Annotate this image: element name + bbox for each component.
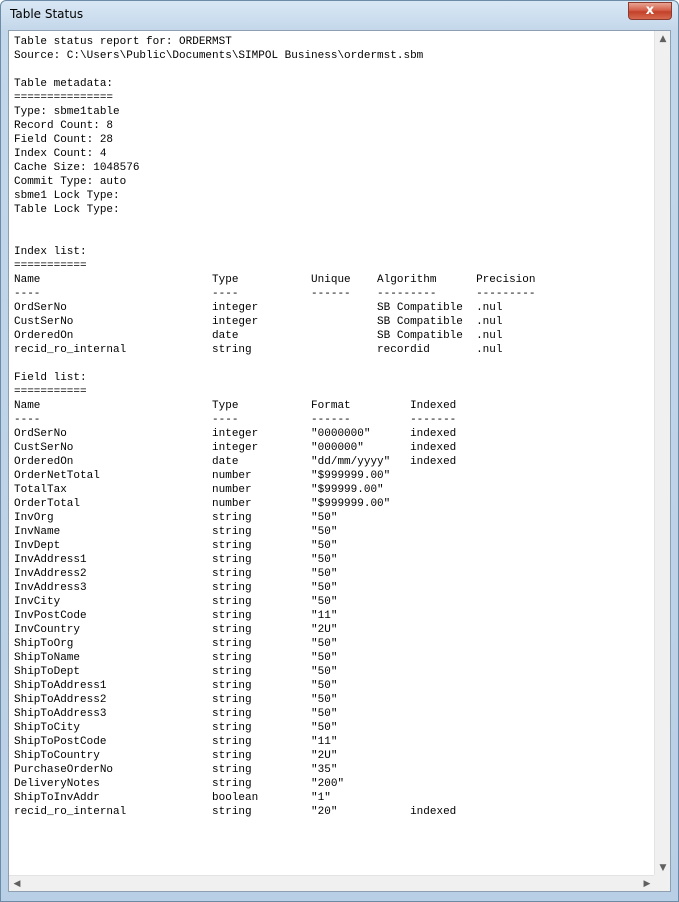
table-status-window: Table Status x Table status report for: … (0, 0, 679, 902)
report-line: ShipToOrg string "50" (14, 638, 338, 650)
close-icon: x (645, 3, 655, 18)
report-line: OrderNetTotal number "$999999.00" (14, 470, 391, 482)
report-line: InvName string "50" (14, 526, 338, 538)
report-line: ShipToDept string "50" (14, 666, 338, 678)
report-viewport: Table status report for: ORDERMST Source… (9, 31, 655, 876)
scrollbar-corner (654, 875, 670, 891)
report-line: OrderTotal number "$999999.00" (14, 498, 391, 510)
close-button[interactable]: x (628, 2, 672, 20)
report-line: =========== (14, 260, 87, 272)
report-line: Cache Size: 1048576 (14, 162, 140, 174)
report-line: sbme1 Lock Type: (14, 190, 120, 202)
report-line: InvOrg string "50" (14, 512, 338, 524)
title-bar[interactable]: Table Status x (1, 1, 678, 29)
report-line: TotalTax number "$99999.00" (14, 484, 384, 496)
report-line: recid_ro_internal string recordid .nul (14, 344, 503, 356)
report-line: Type: sbme1table (14, 106, 120, 118)
report-line: ShipToAddress2 string "50" (14, 694, 338, 706)
report-line: OrderedOn date "dd/mm/yyyy" indexed (14, 456, 457, 468)
report-line: Commit Type: auto (14, 176, 127, 188)
report-line: InvAddress3 string "50" (14, 582, 338, 594)
report-line: recid_ro_internal string "20" indexed (14, 806, 457, 818)
report-line: InvCity string "50" (14, 596, 338, 608)
report-line: InvAddress2 string "50" (14, 568, 338, 580)
report-text-area[interactable]: Table status report for: ORDERMST Source… (8, 30, 671, 892)
report-line: Table Lock Type: (14, 204, 120, 216)
report-line: ShipToName string "50" (14, 652, 338, 664)
report-line: ShipToPostCode string "11" (14, 736, 338, 748)
horizontal-scrollbar[interactable]: ◀ ▶ (9, 875, 655, 891)
report-line: =========== (14, 386, 87, 398)
report-line: OrdSerNo integer "0000000" indexed (14, 428, 457, 440)
report-line: ---- ---- ------ ------- (14, 414, 457, 426)
report-line: InvPostCode string "11" (14, 610, 338, 622)
scroll-up-icon[interactable]: ▲ (655, 31, 671, 47)
report-line: ShipToAddress3 string "50" (14, 708, 338, 720)
report-line: ShipToCountry string "2U" (14, 750, 338, 762)
report-line: CustSerNo integer "000000" indexed (14, 442, 457, 454)
window-title: Table Status (10, 7, 84, 21)
report-line: OrdSerNo integer SB Compatible .nul (14, 302, 503, 314)
report-line: ShipToInvAddr boolean "1" (14, 792, 331, 804)
report-line: OrderedOn date SB Compatible .nul (14, 330, 503, 342)
report-line: CustSerNo integer SB Compatible .nul (14, 316, 503, 328)
scroll-down-icon[interactable]: ▼ (655, 860, 671, 876)
scroll-right-icon[interactable]: ▶ (639, 876, 655, 892)
vertical-scrollbar[interactable]: ▲ ▼ (654, 31, 670, 876)
report-line: ---- ---- ------ --------- --------- (14, 288, 536, 300)
report-line: Index list: (14, 246, 87, 258)
report-line: =============== (14, 92, 114, 104)
report-line: Name Type Unique Algorithm Precision (14, 274, 536, 286)
report-line: InvCountry string "2U" (14, 624, 338, 636)
report-line: InvDept string "50" (14, 540, 338, 552)
report-line: ShipToCity string "50" (14, 722, 338, 734)
report-line: InvAddress1 string "50" (14, 554, 338, 566)
report-line: PurchaseOrderNo string "35" (14, 764, 338, 776)
report-line: Table metadata: (14, 78, 114, 90)
report-line: Index Count: 4 (14, 148, 107, 160)
report-line: DeliveryNotes string "200" (14, 778, 345, 790)
scroll-left-icon[interactable]: ◀ (9, 876, 25, 892)
report-text: Table status report for: ORDERMST Source… (14, 35, 536, 819)
report-line: Field Count: 28 (14, 134, 114, 146)
report-line: Field list: (14, 372, 87, 384)
report-line: Record Count: 8 (14, 120, 114, 132)
report-line: Source: C:\Users\Public\Documents\SIMPOL… (14, 50, 424, 62)
report-line: Name Type Format Indexed (14, 400, 457, 412)
report-line: ShipToAddress1 string "50" (14, 680, 338, 692)
report-line: Table status report for: ORDERMST (14, 36, 232, 48)
